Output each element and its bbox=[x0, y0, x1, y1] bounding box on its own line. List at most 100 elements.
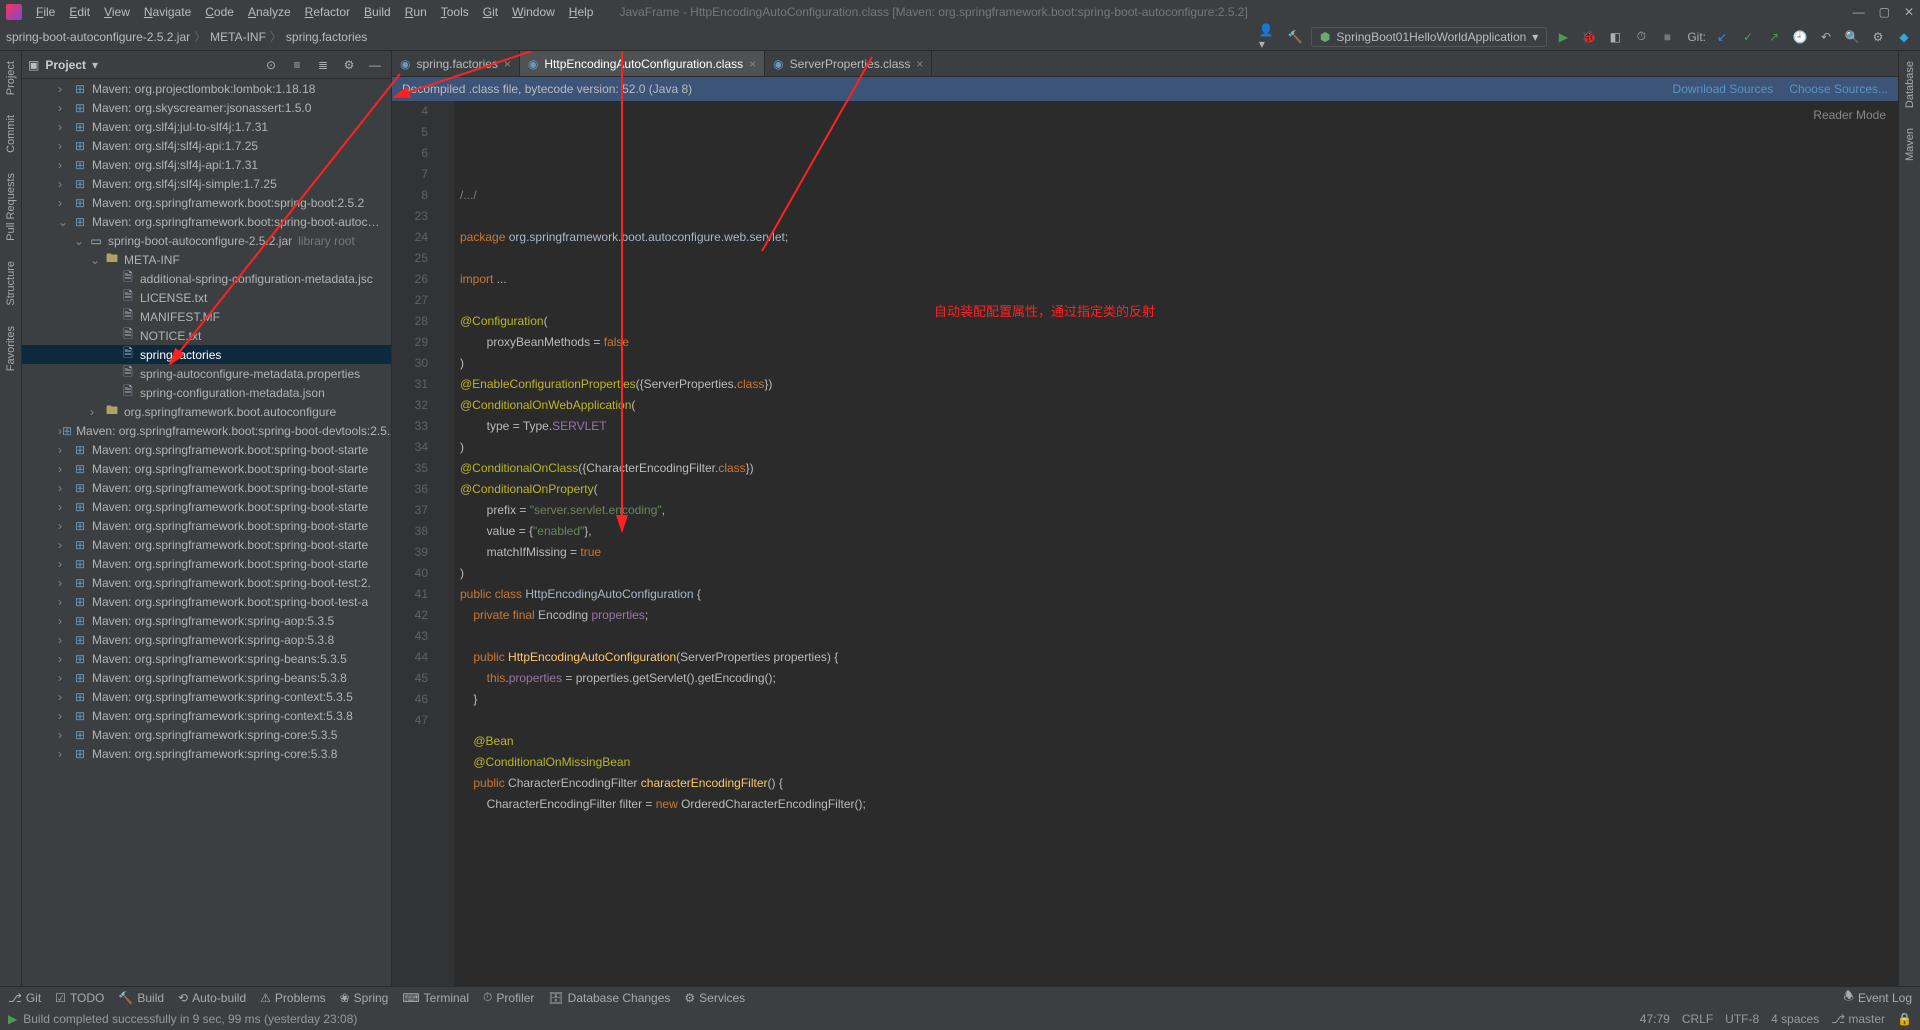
status-item[interactable]: 47:79 bbox=[1640, 1012, 1670, 1026]
bottom-tab-profiler[interactable]: ⏱Profiler bbox=[483, 990, 534, 1005]
expand-all-icon[interactable]: ≡ bbox=[287, 55, 307, 75]
editor-tab[interactable]: ◉HttpEncodingAutoConfiguration.class× bbox=[520, 51, 765, 76]
tree-row[interactable]: ⌄▭spring-boot-autoconfigure-2.5.2.jarlib… bbox=[22, 231, 391, 250]
tool-tab-structure[interactable]: Structure bbox=[3, 257, 19, 310]
reader-mode-label[interactable]: Reader Mode bbox=[1813, 105, 1886, 126]
bottom-tab-git[interactable]: ⎇Git bbox=[8, 991, 41, 1005]
close-tab-icon[interactable]: × bbox=[749, 57, 756, 71]
bottom-tab-services[interactable]: ⚙Services bbox=[684, 991, 745, 1005]
tool-tab-database[interactable]: Database bbox=[1902, 57, 1918, 112]
tree-row[interactable]: ›⊞Maven: org.springframework:spring-aop:… bbox=[22, 611, 391, 630]
choose-sources-link[interactable]: Choose Sources... bbox=[1789, 82, 1888, 96]
bottom-tab-auto-build[interactable]: ⟲Auto-build bbox=[178, 991, 246, 1005]
bottom-tab-build[interactable]: 🔨Build bbox=[118, 991, 164, 1005]
tree-row[interactable]: ›⊞Maven: org.springframework:spring-cont… bbox=[22, 706, 391, 725]
tree-row[interactable]: ›⊞Maven: org.springframework.boot:spring… bbox=[22, 516, 391, 535]
code-editor[interactable]: 4567823242526272829303132333435363738394… bbox=[392, 101, 1898, 986]
editor-tab[interactable]: ◉spring.factories× bbox=[392, 51, 520, 76]
status-item[interactable]: CRLF bbox=[1682, 1012, 1713, 1026]
select-opened-file-icon[interactable]: ⊙ bbox=[261, 55, 281, 75]
breadcrumb-item[interactable]: META-INF bbox=[210, 30, 266, 44]
git-history-icon[interactable]: 🕘 bbox=[1790, 27, 1810, 47]
close-tab-icon[interactable]: × bbox=[916, 57, 923, 71]
tree-row[interactable]: ›⊞Maven: org.springframework.boot:spring… bbox=[22, 497, 391, 516]
hide-icon[interactable]: — bbox=[365, 55, 385, 75]
menu-file[interactable]: File bbox=[30, 3, 61, 21]
git-push-icon[interactable]: ↗ bbox=[1764, 27, 1784, 47]
menu-help[interactable]: Help bbox=[563, 3, 600, 21]
run-icon[interactable]: ▶ bbox=[1553, 27, 1573, 47]
tree-row[interactable]: ›⊞Maven: org.springframework.boot:spring… bbox=[22, 554, 391, 573]
close-tab-icon[interactable]: × bbox=[504, 57, 511, 71]
run-configuration-selector[interactable]: ⬢ SpringBoot01HelloWorldApplication ▾ bbox=[1311, 27, 1547, 47]
tree-row[interactable]: ›⊞Maven: org.slf4j:slf4j-api:1.7.31 bbox=[22, 155, 391, 174]
tree-row[interactable]: 🗎additional-spring-configuration-metadat… bbox=[22, 269, 391, 288]
build-icon[interactable]: 🔨 bbox=[1285, 27, 1305, 47]
status-item[interactable]: UTF-8 bbox=[1725, 1012, 1759, 1026]
tree-row[interactable]: 🗎LICENSE.txt bbox=[22, 288, 391, 307]
tree-row[interactable]: 🗎spring.factories bbox=[22, 345, 391, 364]
tool-tab-maven[interactable]: Maven bbox=[1902, 124, 1918, 165]
tree-row[interactable]: ›⊞Maven: org.springframework.boot:spring… bbox=[22, 592, 391, 611]
settings-icon[interactable]: ⚙ bbox=[1868, 27, 1888, 47]
tree-row[interactable]: ›⊞Maven: org.springframework:spring-bean… bbox=[22, 649, 391, 668]
menu-view[interactable]: View bbox=[98, 3, 136, 21]
chevron-down-icon[interactable]: ▾ bbox=[92, 58, 98, 72]
lock-icon[interactable]: 🔒 bbox=[1897, 1012, 1912, 1026]
menu-edit[interactable]: Edit bbox=[63, 3, 96, 21]
menu-analyze[interactable]: Analyze bbox=[242, 3, 297, 21]
collapse-all-icon[interactable]: ≣ bbox=[313, 55, 333, 75]
download-sources-link[interactable]: Download Sources bbox=[1673, 82, 1774, 96]
breadcrumb-item[interactable]: spring-boot-autoconfigure-2.5.2.jar bbox=[6, 30, 190, 44]
tree-row[interactable]: 🗎NOTICE.txt bbox=[22, 326, 391, 345]
coverage-icon[interactable]: ◧ bbox=[1605, 27, 1625, 47]
tree-row[interactable]: ›⊞Maven: org.projectlombok:lombok:1.18.1… bbox=[22, 79, 391, 98]
bottom-tab-todo[interactable]: ☑TODO bbox=[55, 991, 104, 1005]
menu-build[interactable]: Build bbox=[358, 3, 397, 21]
settings-icon[interactable]: ⚙ bbox=[339, 55, 359, 75]
maximize-icon[interactable]: ▢ bbox=[1879, 5, 1890, 19]
git-update-icon[interactable]: ↙ bbox=[1712, 27, 1732, 47]
tool-tab-pull-requests[interactable]: Pull Requests bbox=[3, 169, 19, 245]
close-icon[interactable]: ✕ bbox=[1904, 5, 1914, 19]
tree-row[interactable]: ›⊞Maven: org.slf4j:slf4j-api:1.7.25 bbox=[22, 136, 391, 155]
menu-run[interactable]: Run bbox=[399, 3, 433, 21]
bottom-tab-spring[interactable]: ❀Spring bbox=[340, 991, 389, 1005]
user-icon[interactable]: 👤▾ bbox=[1259, 27, 1279, 47]
tree-row[interactable]: ›⊞Maven: org.springframework.boot:spring… bbox=[22, 440, 391, 459]
bottom-tab-terminal[interactable]: ⌨Terminal bbox=[402, 991, 469, 1005]
status-item[interactable]: 4 spaces bbox=[1771, 1012, 1819, 1026]
debug-icon[interactable]: 🐞 bbox=[1579, 27, 1599, 47]
menu-tools[interactable]: Tools bbox=[435, 3, 475, 21]
tree-row[interactable]: ›⊞Maven: org.slf4j:slf4j-simple:1.7.25 bbox=[22, 174, 391, 193]
project-view-icon[interactable]: ▣ bbox=[28, 58, 39, 72]
tool-tab-commit[interactable]: Commit bbox=[3, 111, 19, 157]
codewithme-icon[interactable]: ◆ bbox=[1894, 27, 1914, 47]
project-tree[interactable]: ›⊞Maven: org.projectlombok:lombok:1.18.1… bbox=[22, 79, 391, 986]
tree-row[interactable]: ›⊞Maven: org.skyscreamer:jsonassert:1.5.… bbox=[22, 98, 391, 117]
menu-code[interactable]: Code bbox=[199, 3, 240, 21]
status-item[interactable]: ⎇ master bbox=[1831, 1012, 1885, 1026]
menu-window[interactable]: Window bbox=[506, 3, 561, 21]
tree-row[interactable]: ›⊞Maven: org.springframework.boot:spring… bbox=[22, 193, 391, 212]
tree-row[interactable]: ›🖿org.springframework.boot.autoconfigure bbox=[22, 402, 391, 421]
tree-row[interactable]: ›⊞Maven: org.slf4j:jul-to-slf4j:1.7.31 bbox=[22, 117, 391, 136]
breadcrumb-item[interactable]: spring.factories bbox=[286, 30, 367, 44]
tool-tab-project[interactable]: Project bbox=[3, 57, 19, 99]
git-commit-icon[interactable]: ✓ bbox=[1738, 27, 1758, 47]
tree-row[interactable]: 🗎spring-configuration-metadata.json bbox=[22, 383, 391, 402]
tree-row[interactable]: ›⊞Maven: org.springframework:spring-bean… bbox=[22, 668, 391, 687]
minimize-icon[interactable]: — bbox=[1853, 5, 1865, 19]
tree-row[interactable]: ›⊞Maven: org.springframework:spring-aop:… bbox=[22, 630, 391, 649]
tree-row[interactable]: ›⊞Maven: org.springframework.boot:spring… bbox=[22, 478, 391, 497]
tree-row[interactable]: ›⊞Maven: org.springframework:spring-core… bbox=[22, 725, 391, 744]
tree-row[interactable]: ⌄⊞Maven: org.springframework.boot:spring… bbox=[22, 212, 391, 231]
profiler-icon[interactable]: ⏱ bbox=[1631, 27, 1651, 47]
git-rollback-icon[interactable]: ↶ bbox=[1816, 27, 1836, 47]
tree-row[interactable]: ›⊞Maven: org.springframework.boot:spring… bbox=[22, 535, 391, 554]
tree-row[interactable]: ›⊞Maven: org.springframework:spring-cont… bbox=[22, 687, 391, 706]
tool-tab-favorites[interactable]: Favorites bbox=[3, 322, 19, 375]
tree-row[interactable]: 🗎MANIFEST.MF bbox=[22, 307, 391, 326]
tree-row[interactable]: 🗎spring-autoconfigure-metadata.propertie… bbox=[22, 364, 391, 383]
bottom-tab-problems[interactable]: ⚠Problems bbox=[260, 991, 325, 1005]
